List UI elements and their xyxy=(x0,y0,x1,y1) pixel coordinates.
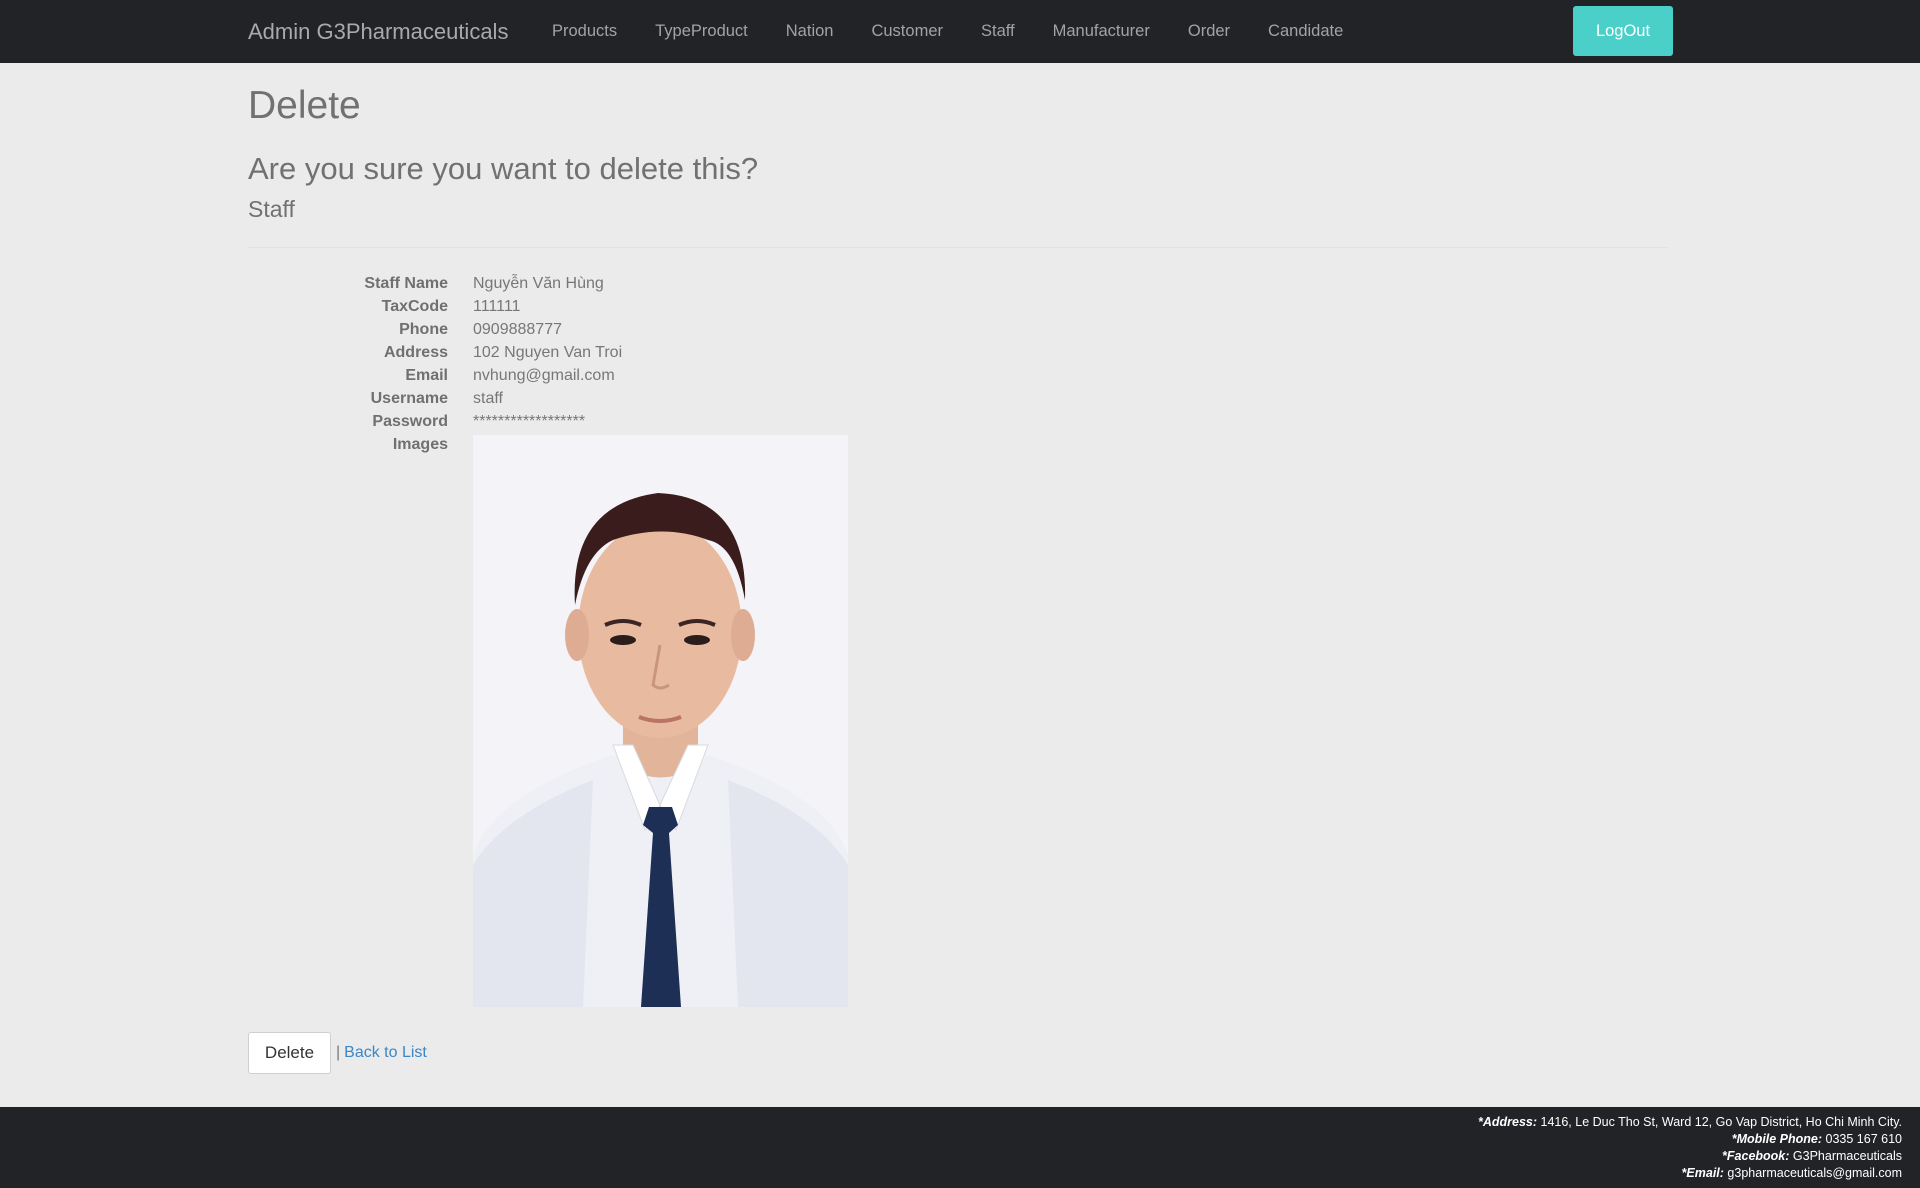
back-to-list-link[interactable]: Back to List xyxy=(344,1044,427,1062)
nav-item-order[interactable]: Order xyxy=(1169,0,1249,63)
phone-value: 0909888777 xyxy=(473,321,562,338)
form-actions: Delete | Back to List xyxy=(248,1032,427,1074)
images-label: Images xyxy=(392,436,448,453)
address-value: 102 Nguyen Van Troi xyxy=(473,344,623,361)
entity-heading: Staff xyxy=(248,196,295,222)
nav-item-staff[interactable]: Staff xyxy=(962,0,1034,63)
staff-name-label: Staff Name xyxy=(364,275,448,292)
footer-phone: *Mobile Phone: 0335 167 610 xyxy=(1478,1131,1902,1148)
nav-item-products[interactable]: Products xyxy=(533,0,636,63)
footer-phone-value: 0335 167 610 xyxy=(1825,1132,1902,1146)
nav-item-typeproduct[interactable]: TypeProduct xyxy=(636,0,767,63)
footer-facebook-value: G3Pharmaceuticals xyxy=(1792,1149,1902,1163)
address-label: Address xyxy=(383,344,448,361)
taxcode-value: 111111 xyxy=(473,298,521,315)
nav-item-manufacturer[interactable]: Manufacturer xyxy=(1034,0,1169,63)
email-value: nvhung@gmail.com xyxy=(473,367,615,384)
footer-address: *Address: 1416, Le Duc Tho St, Ward 12, … xyxy=(1478,1114,1902,1131)
delete-confirmation-question: Are you sure you want to delete this? xyxy=(248,151,759,186)
username-value: staff xyxy=(473,390,503,407)
email-label: Email xyxy=(405,367,448,384)
username-label: Username xyxy=(370,390,448,407)
logout-button[interactable]: LogOut xyxy=(1573,6,1673,56)
page-title: Delete xyxy=(248,84,361,127)
top-navbar: Admin G3Pharmaceuticals Products TypePro… xyxy=(0,0,1920,63)
footer-phone-label: *Mobile Phone: xyxy=(1731,1132,1823,1146)
phone-label: Phone xyxy=(399,321,448,338)
footer-facebook-label: *Facebook: xyxy=(1722,1149,1790,1163)
staff-name-value: Nguyễn Văn Hùng xyxy=(473,275,604,292)
taxcode-label: TaxCode xyxy=(381,298,448,315)
staff-photo xyxy=(473,435,848,1007)
nav-item-customer[interactable]: Customer xyxy=(852,0,962,63)
nav-item-nation[interactable]: Nation xyxy=(767,0,853,63)
footer-email-label: *Email: xyxy=(1681,1166,1724,1180)
footer-email: *Email: g3pharmaceuticals@gmail.com xyxy=(1478,1165,1902,1182)
divider xyxy=(248,247,1668,248)
brand-link[interactable]: Admin G3Pharmaceuticals xyxy=(248,0,508,63)
footer-contact-info: *Address: 1416, Le Duc Tho St, Ward 12, … xyxy=(1478,1114,1902,1182)
footer-address-label: *Address: xyxy=(1477,1115,1538,1129)
action-separator: | xyxy=(336,1044,341,1061)
nav-item-candidate[interactable]: Candidate xyxy=(1249,0,1362,63)
footer-facebook: *Facebook: G3Pharmaceuticals xyxy=(1478,1148,1902,1165)
delete-button[interactable]: Delete xyxy=(248,1032,331,1074)
nav-menu: Products TypeProduct Nation Customer Sta… xyxy=(533,0,1362,63)
password-value: ****************** xyxy=(473,413,586,430)
footer: *Address: 1416, Le Duc Tho St, Ward 12, … xyxy=(0,1107,1920,1188)
password-label: Password xyxy=(372,413,448,430)
footer-email-value: g3pharmaceuticals@gmail.com xyxy=(1727,1166,1902,1180)
footer-address-value: 1416, Le Duc Tho St, Ward 12, Go Vap Dis… xyxy=(1540,1115,1903,1129)
